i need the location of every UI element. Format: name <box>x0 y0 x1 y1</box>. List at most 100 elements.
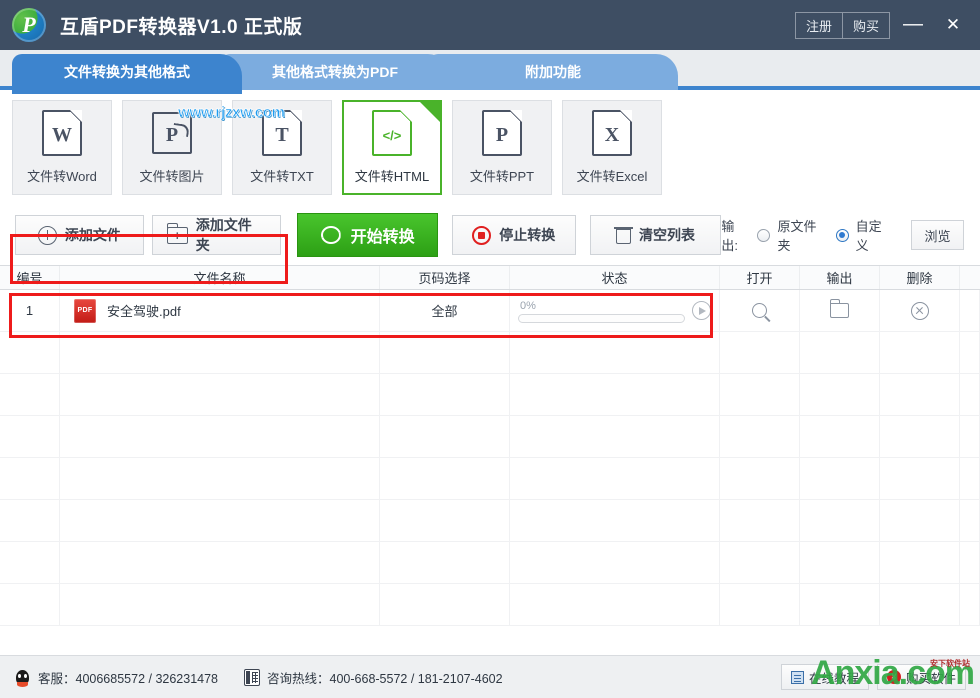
column-header-delete: 删除 <box>880 266 960 289</box>
cell-empty <box>510 374 720 416</box>
cell-empty <box>960 374 980 416</box>
currency-icon: ¥ <box>886 670 901 684</box>
cell-pages[interactable]: 全部 <box>380 290 510 332</box>
cell-empty <box>0 332 60 374</box>
format-label: 文件转PPT <box>469 169 535 184</box>
cell-delete[interactable] <box>880 290 960 332</box>
format-button-image[interactable]: P 文件转图片 <box>122 100 222 195</box>
add-folder-button[interactable]: 添加文件夹 <box>151 215 281 255</box>
phone-icon <box>244 668 261 686</box>
tab-other-to-pdf[interactable]: 其他格式转换为PDF <box>220 54 450 90</box>
progress-container: 0% <box>518 298 685 323</box>
tab-bar: 文件转换为其他格式 其他格式转换为PDF 附加功能 <box>0 50 980 94</box>
cell-output[interactable] <box>800 290 880 332</box>
cell-empty <box>510 500 720 542</box>
cell-empty <box>380 416 510 458</box>
cell-empty <box>510 458 720 500</box>
add-file-button[interactable]: 添加文件 <box>15 215 144 255</box>
plus-circle-icon <box>37 225 57 245</box>
minimize-icon[interactable]: — <box>896 8 930 42</box>
progress-bar <box>518 314 685 323</box>
status-bar: 客服：4006685572 / 326231478 咨询热线：400-668-5… <box>0 654 980 698</box>
cell-empty <box>800 584 880 626</box>
table-header: 编号 文件名称 页码选择 状态 打开 输出 删除 <box>0 265 980 290</box>
cell-empty <box>720 542 800 584</box>
cell-empty <box>720 332 800 374</box>
qq-icon[interactable] <box>14 668 31 687</box>
radio-output-original[interactable] <box>757 228 771 242</box>
doc-html-icon: </> <box>372 110 412 156</box>
stop-label: 停止转换 <box>499 227 556 243</box>
progress-percent: 0% <box>520 300 536 312</box>
format-button-excel[interactable]: X 文件转Excel <box>562 100 662 195</box>
stop-convert-button[interactable]: 停止转换 <box>451 215 576 255</box>
play-icon[interactable] <box>692 301 711 320</box>
column-header-output: 输出 <box>800 266 880 289</box>
empty-rows-container <box>0 332 980 626</box>
tab-extra-features[interactable]: 附加功能 <box>428 54 678 90</box>
refresh-icon <box>320 225 342 245</box>
cell-empty <box>800 374 880 416</box>
cell-empty <box>960 458 980 500</box>
add-folder-label: 添加文件夹 <box>195 217 252 253</box>
search-icon[interactable] <box>752 303 767 318</box>
cell-empty <box>60 416 380 458</box>
format-button-ppt[interactable]: P 文件转PPT <box>452 100 552 195</box>
hotline-text: 咨询热线：400-668-5572 / 181-2107-4602 <box>267 671 503 686</box>
add-file-label: 添加文件 <box>64 227 121 243</box>
buy-software-label: 购买软件 <box>905 671 956 686</box>
support-text: 客服：4006685572 / 326231478 <box>38 671 219 686</box>
column-header-index: 编号 <box>0 266 60 289</box>
doc-word-icon: W <box>42 110 82 156</box>
cell-open[interactable] <box>720 290 800 332</box>
doc-image-icon: P <box>152 110 192 156</box>
table-row-empty <box>0 584 980 626</box>
folder-icon[interactable] <box>830 299 849 318</box>
cell-empty <box>800 332 880 374</box>
online-tutorial-button[interactable]: 在线教程 <box>780 664 869 690</box>
clear-list-button[interactable]: 清空列表 <box>589 215 722 255</box>
format-button-word[interactable]: W 文件转Word <box>12 100 112 195</box>
close-icon[interactable]: ✕ <box>936 8 970 42</box>
output-original-label[interactable]: 原文件夹 <box>777 216 828 254</box>
start-convert-button[interactable]: 开始转换 <box>296 213 438 257</box>
table-row-empty <box>0 500 980 542</box>
buy-software-button[interactable]: ¥ 购买软件 <box>876 664 966 690</box>
table-row-empty <box>0 542 980 584</box>
output-label: 输出: <box>721 219 738 253</box>
cell-empty <box>380 542 510 584</box>
cell-empty <box>60 584 380 626</box>
buy-button[interactable]: 购买 <box>841 12 889 38</box>
cell-empty <box>0 500 60 542</box>
format-button-html[interactable]: </> 文件转HTML <box>342 100 442 195</box>
table-row-empty <box>0 374 980 416</box>
tutorial-label: 在线教程 <box>808 671 859 686</box>
cell-empty <box>60 500 380 542</box>
register-button[interactable]: 注册 <box>796 13 842 38</box>
column-header-spacer <box>960 266 980 289</box>
format-button-txt[interactable]: T 文件转TXT <box>232 100 332 195</box>
cell-filename: PDF 安全驾驶.pdf <box>60 290 380 332</box>
close-circle-icon[interactable] <box>910 301 929 320</box>
table-row[interactable]: 1 PDF 安全驾驶.pdf 全部 0% <box>0 290 980 332</box>
cell-empty <box>720 584 800 626</box>
column-header-filename: 文件名称 <box>60 266 380 289</box>
radio-output-custom[interactable] <box>835 228 849 242</box>
cell-empty <box>880 584 960 626</box>
output-custom-label[interactable]: 自定义 <box>856 216 894 254</box>
cell-empty <box>960 416 980 458</box>
folder-plus-icon <box>166 222 188 244</box>
filename-text: 安全驾驶.pdf <box>107 304 181 319</box>
cell-empty <box>960 584 980 626</box>
title-bar: P 互盾PDF转换器V1.0 正式版 注册 购买 — ✕ <box>0 0 980 50</box>
cell-empty <box>380 332 510 374</box>
cell-empty <box>800 542 880 584</box>
format-label: 文件转TXT <box>250 169 314 184</box>
cell-empty <box>380 458 510 500</box>
cell-spacer <box>960 290 980 332</box>
tab-file-to-other[interactable]: 文件转换为其他格式 <box>12 54 242 94</box>
cell-empty <box>380 584 510 626</box>
column-header-open: 打开 <box>720 266 800 289</box>
browse-button[interactable]: 浏览 <box>910 220 964 250</box>
cell-empty <box>960 542 980 584</box>
